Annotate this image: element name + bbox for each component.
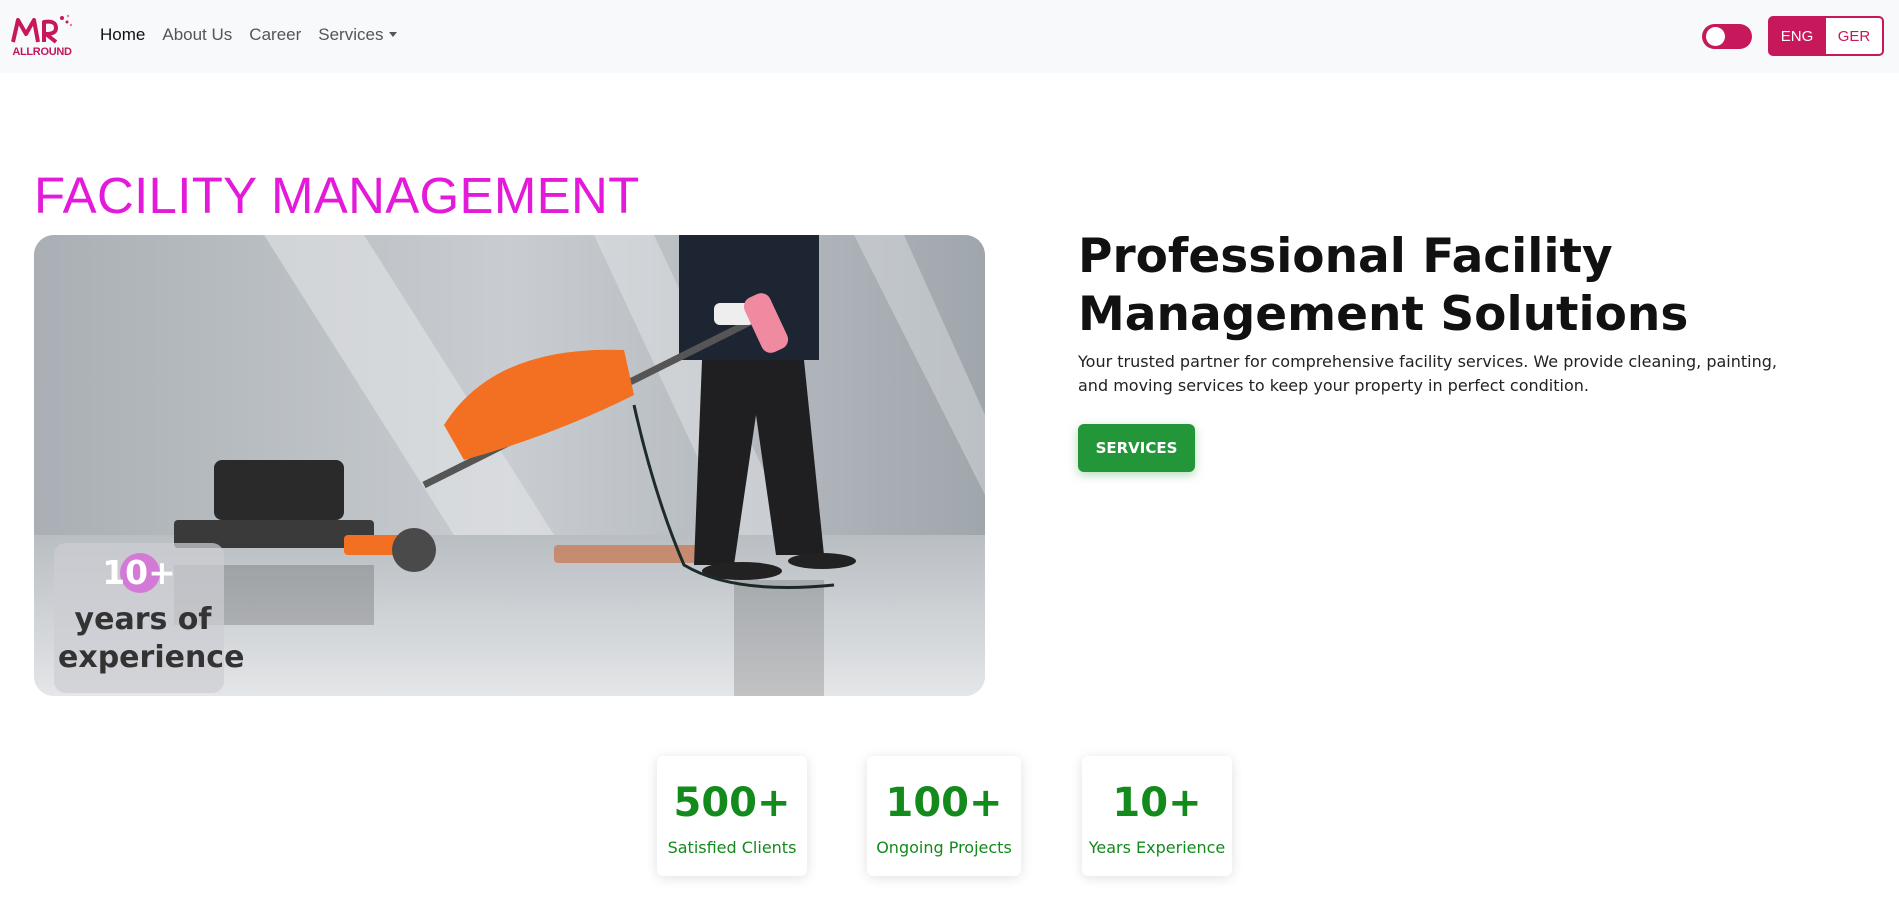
theme-toggle[interactable] bbox=[1702, 24, 1752, 49]
intro-heading: Professional Facility Management Solutio… bbox=[1078, 229, 1689, 342]
stat-value: 100+ bbox=[885, 780, 1003, 826]
nav-career-link[interactable]: Career bbox=[249, 25, 301, 45]
stat-card-clients: 500+ Satisfied Clients bbox=[657, 756, 807, 876]
nav-services-dropdown[interactable]: Services bbox=[318, 25, 398, 45]
experience-badge: 10+ years of experience bbox=[54, 543, 244, 693]
lang-eng-button[interactable]: ENG bbox=[1768, 16, 1826, 56]
nav-home-link[interactable]: Home bbox=[100, 25, 145, 45]
navbar: ALLROUND Home About Us Career Services E… bbox=[0, 0, 1899, 73]
stat-label: Satisfied Clients bbox=[667, 838, 797, 857]
nav-about-link[interactable]: About Us bbox=[162, 25, 232, 45]
stat-label: Ongoing Projects bbox=[876, 838, 1012, 857]
hero-image: 10+ years of experience bbox=[34, 235, 985, 696]
logo-mark-icon bbox=[11, 14, 73, 44]
main-nav: Home About Us Career Services bbox=[100, 25, 414, 45]
nav-services-label: Services bbox=[318, 25, 384, 44]
chevron-down-icon bbox=[389, 32, 398, 37]
experience-number: 10+ bbox=[102, 553, 176, 592]
lang-ger-button[interactable]: GER bbox=[1826, 16, 1884, 56]
experience-label: years of experience bbox=[58, 602, 245, 675]
stat-card-years: 10+ Years Experience bbox=[1082, 756, 1232, 876]
stat-card-projects: 100+ Ongoing Projects bbox=[867, 756, 1021, 876]
services-button[interactable]: SERVICES bbox=[1078, 424, 1195, 472]
intro-description: Your trusted partner for comprehensive f… bbox=[1078, 352, 1777, 395]
toggle-knob-icon bbox=[1706, 27, 1725, 46]
stat-label: Years Experience bbox=[1088, 838, 1226, 857]
stat-value: 500+ bbox=[673, 780, 791, 826]
page-title: FACILITY MANAGEMENT bbox=[34, 167, 640, 224]
site-logo[interactable]: ALLROUND bbox=[10, 12, 74, 60]
language-switcher: ENG GER bbox=[1768, 16, 1884, 56]
stat-value: 10+ bbox=[1112, 780, 1202, 826]
logo-text: ALLROUND bbox=[12, 46, 72, 58]
